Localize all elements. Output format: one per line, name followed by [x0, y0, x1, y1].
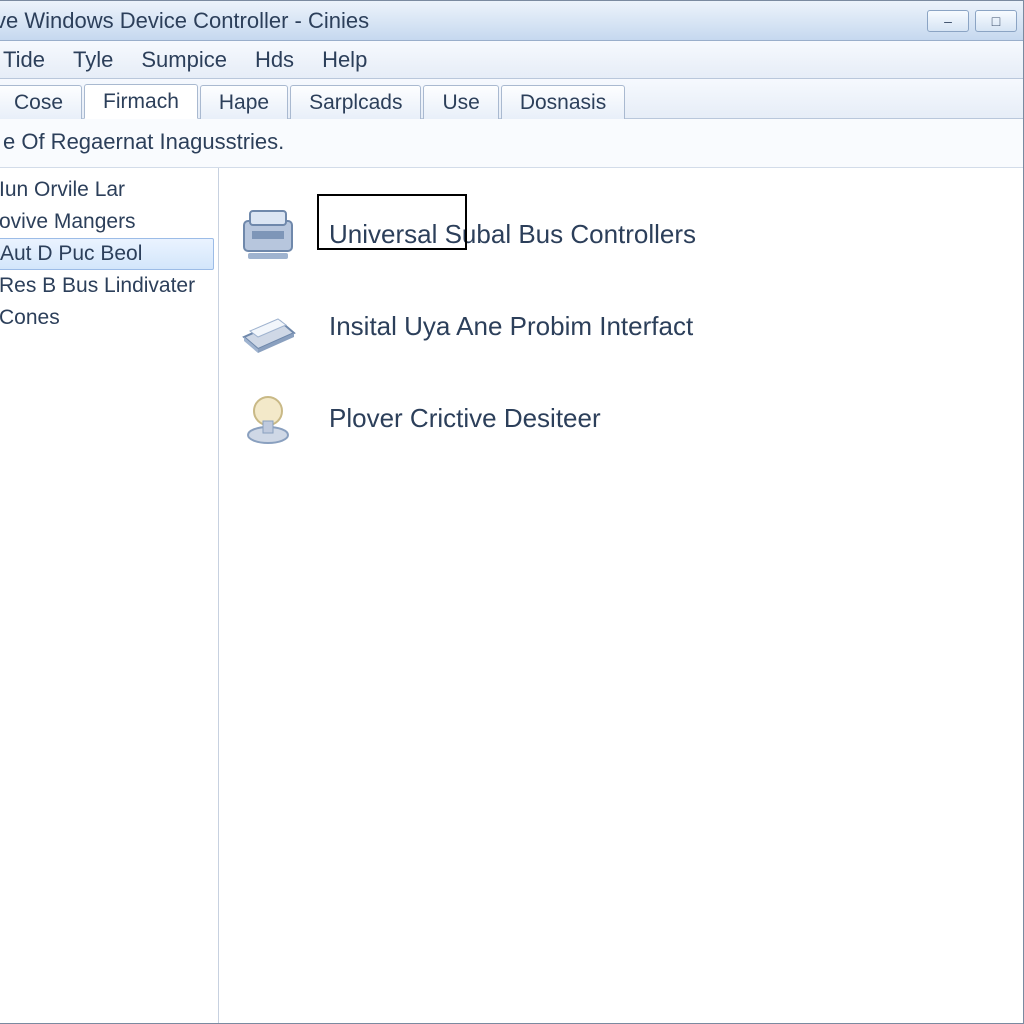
content-entry-0[interactable]: Universal Subal Bus Controllers [229, 188, 1013, 280]
menu-item-help[interactable]: Help [322, 47, 367, 73]
maximize-button[interactable]: □ [975, 10, 1017, 32]
content-entry-2-label: Plover Crictive Desiteer [329, 403, 601, 434]
title-bar: ve Windows Device Controller - Cinies – … [0, 1, 1023, 41]
sidebar-item-1[interactable]: ovive Mangers [0, 206, 218, 238]
main-area: Iun Orvile Lar ovive Mangers Aut D Puc B… [0, 168, 1023, 1023]
content-entry-1-label: Insital Uya Ane Probim Interfact [329, 311, 693, 342]
tab-hape[interactable]: Hape [200, 85, 288, 119]
sidebar-item-0[interactable]: Iun Orvile Lar [0, 174, 218, 206]
tab-cose[interactable]: Cose [0, 85, 82, 119]
tab-use[interactable]: Use [423, 85, 498, 119]
sidebar-item-3[interactable]: Res B Bus Lindivater [0, 270, 218, 302]
device-hub-icon [235, 204, 301, 264]
tab-dosnasis[interactable]: Dosnasis [501, 85, 625, 119]
scanner-icon [235, 296, 301, 356]
menu-item-tyle[interactable]: Tyle [73, 47, 113, 73]
sidebar: Iun Orvile Lar ovive Mangers Aut D Puc B… [0, 168, 219, 1023]
content-pane: Universal Subal Bus Controllers Insital … [219, 168, 1023, 1023]
window-controls: – □ [927, 10, 1017, 32]
tab-sarplcads[interactable]: Sarplcads [290, 85, 421, 119]
window-title: ve Windows Device Controller - Cinies [0, 8, 369, 34]
menu-bar: Tide Tyle Sumpice Hds Help [0, 41, 1023, 79]
minimize-button[interactable]: – [927, 10, 969, 32]
menu-item-sumpice[interactable]: Sumpice [141, 47, 227, 73]
menu-item-tide[interactable]: Tide [3, 47, 45, 73]
menu-item-hds[interactable]: Hds [255, 47, 294, 73]
content-entry-1[interactable]: Insital Uya Ane Probim Interfact [229, 280, 1013, 372]
content-entry-2[interactable]: Plover Crictive Desiteer [229, 372, 1013, 464]
bulb-icon [235, 388, 301, 448]
sidebar-item-4[interactable]: Cones [0, 302, 218, 334]
tab-bar: Cose Firmach Hape Sarplcads Use Dosnasis [0, 79, 1023, 119]
sidebar-item-2[interactable]: Aut D Puc Beol [0, 238, 214, 270]
app-window: ve Windows Device Controller - Cinies – … [0, 0, 1024, 1024]
content-entry-0-label: Universal Subal Bus Controllers [329, 219, 696, 250]
subheader: e Of Regaernat Inagusstries. [0, 119, 1023, 168]
tab-firmach[interactable]: Firmach [84, 84, 198, 119]
